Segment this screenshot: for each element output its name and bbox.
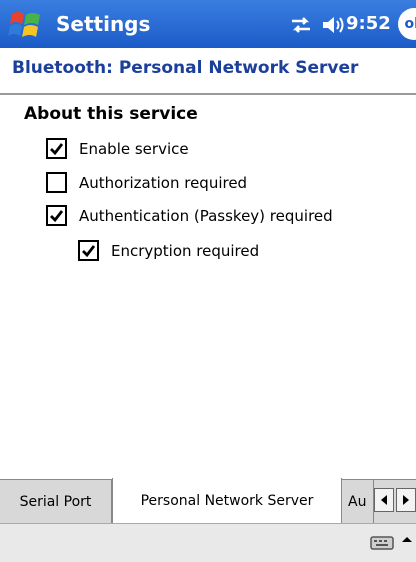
authentication-checkbox[interactable]: [46, 205, 67, 226]
tab-scroll-right-button[interactable]: [396, 488, 416, 512]
tab-label: Serial Port: [19, 493, 92, 510]
tab-scroll-left-button[interactable]: [374, 488, 394, 512]
keyboard-icon[interactable]: [370, 534, 394, 552]
header-divider: [0, 93, 416, 95]
authorization-option[interactable]: Authorization required: [46, 172, 247, 193]
ok-button[interactable]: ok: [398, 8, 416, 40]
enable-service-checkbox[interactable]: [46, 138, 67, 159]
tab-serial-port[interactable]: Serial Port: [0, 480, 112, 523]
authentication-label: Authentication (Passkey) required: [79, 206, 333, 225]
tab-label: Au: [348, 493, 367, 510]
encryption-checkbox[interactable]: [78, 240, 99, 261]
tab-label: Personal Network Server: [140, 492, 314, 509]
app-title[interactable]: Settings: [56, 12, 150, 36]
title-bar: Settings 9:52 ok: [0, 0, 416, 48]
encryption-option[interactable]: Encryption required: [78, 240, 259, 261]
windows-flag-icon[interactable]: [8, 6, 44, 42]
tab-personal-network-server[interactable]: Personal Network Server: [112, 478, 342, 523]
authentication-option[interactable]: Authentication (Passkey) required: [46, 205, 333, 226]
authorization-checkbox[interactable]: [46, 172, 67, 193]
tab-strip: Serial Port Personal Network Server Au: [0, 478, 416, 524]
menu-bar: [0, 523, 416, 562]
encryption-label: Encryption required: [111, 241, 260, 260]
enable-service-option[interactable]: Enable service: [46, 138, 189, 159]
authorization-label: Authorization required: [79, 173, 248, 192]
tab-au[interactable]: Au: [342, 480, 374, 523]
connectivity-icon[interactable]: [288, 14, 314, 36]
speaker-icon[interactable]: [320, 14, 346, 36]
enable-service-label: Enable service: [79, 139, 189, 158]
clock[interactable]: 9:52: [346, 13, 391, 34]
page-title: Bluetooth: Personal Network Server: [12, 58, 359, 78]
section-heading: About this service: [24, 104, 198, 124]
input-panel-arrow-icon[interactable]: [400, 534, 414, 552]
